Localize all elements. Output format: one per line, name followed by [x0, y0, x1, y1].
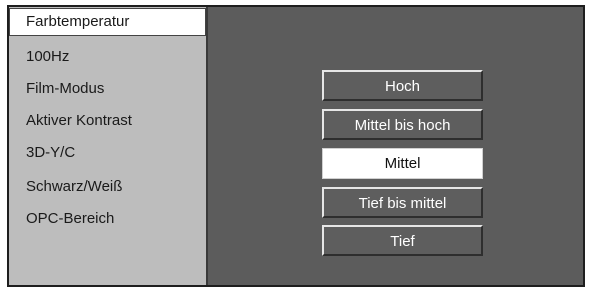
option-list: Hoch Mittel bis hoch Mittel Tief bis mit… [9, 7, 583, 285]
option-tief[interactable]: Tief [322, 225, 483, 256]
option-mittel-bis-hoch[interactable]: Mittel bis hoch [322, 109, 483, 140]
option-hoch[interactable]: Hoch [322, 70, 483, 101]
option-tief-bis-mittel[interactable]: Tief bis mittel [322, 187, 483, 218]
settings-window: Farbtemperatur 100Hz Film-Modus Aktiver … [7, 5, 585, 287]
option-mittel[interactable]: Mittel [322, 148, 483, 179]
